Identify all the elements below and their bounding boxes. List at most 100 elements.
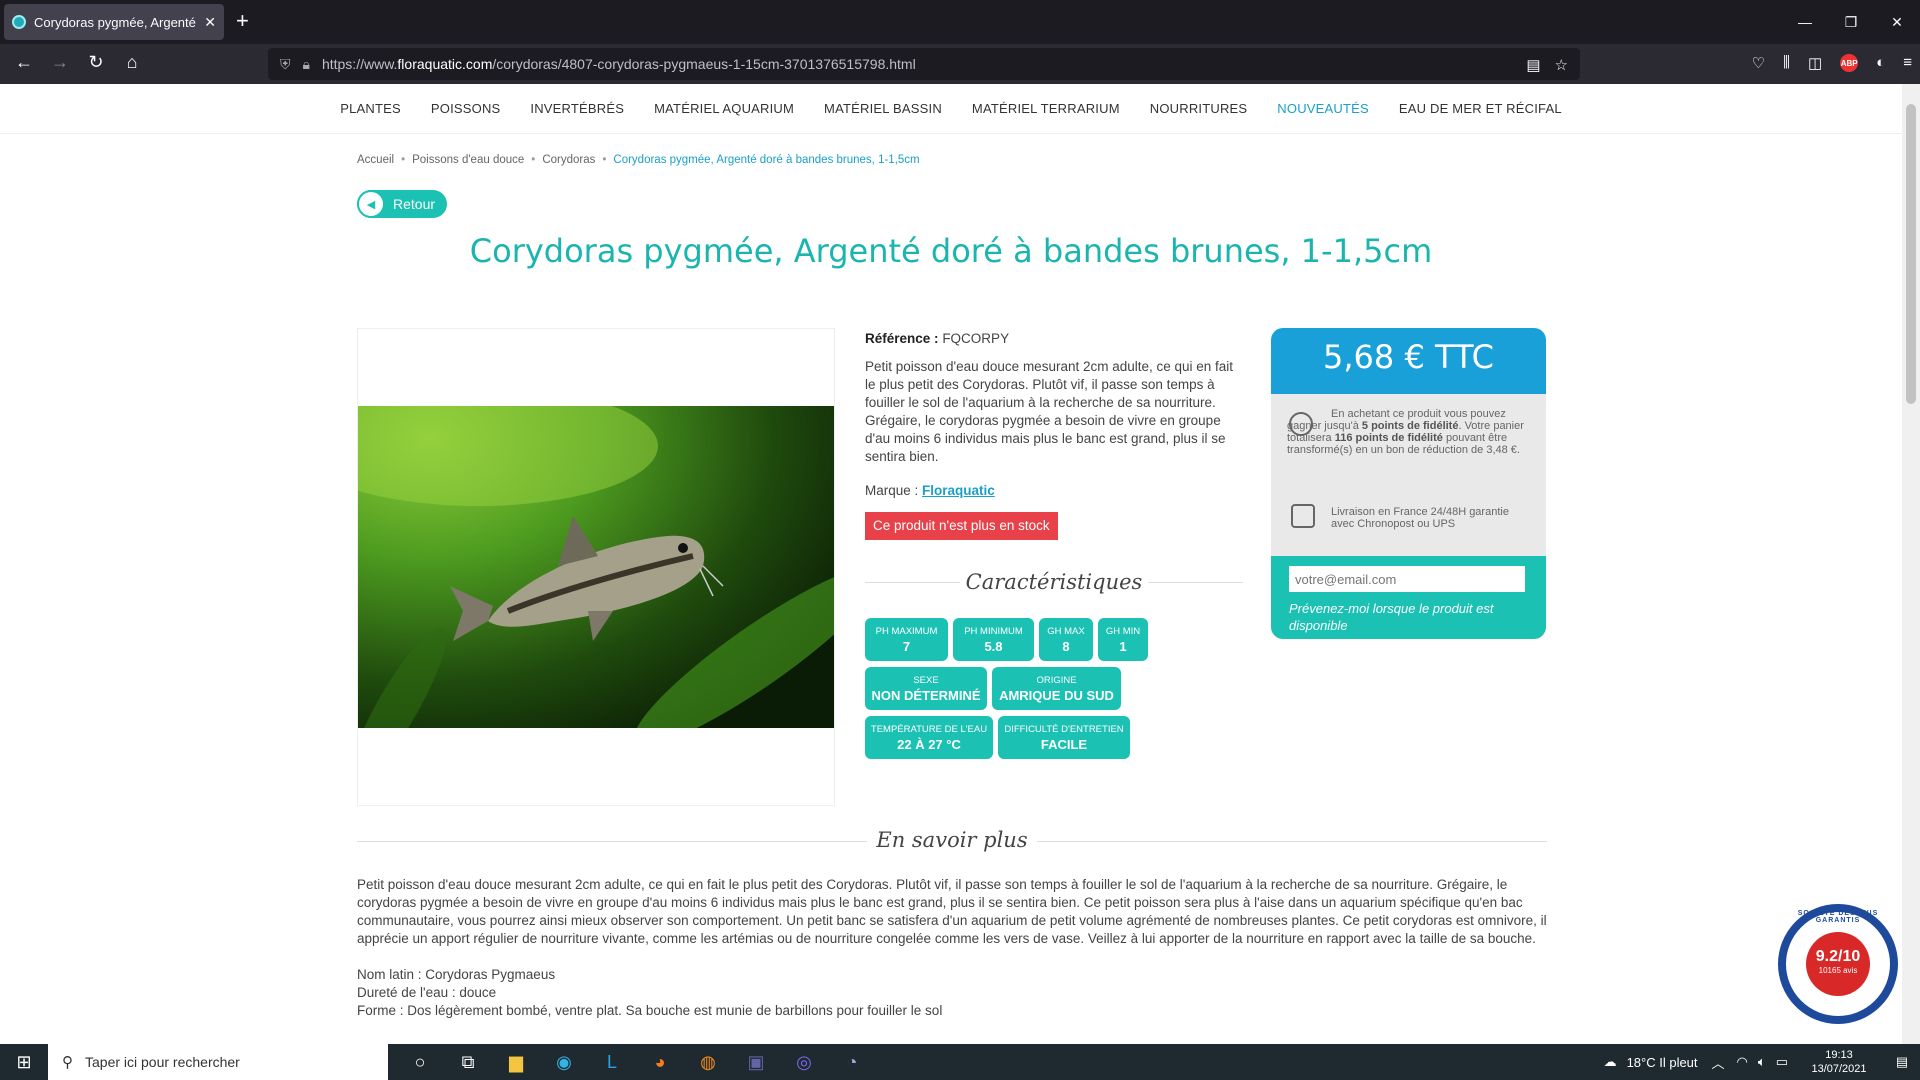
menu-item-invertebres[interactable]: INVERTÉBRÉS bbox=[515, 101, 639, 116]
weather-icon[interactable]: ☁ bbox=[1604, 1054, 1617, 1070]
chip-difficulte: DIFFICULTÉ D'ENTRETIEN FACILE bbox=[998, 716, 1130, 759]
delivery-box-icon bbox=[1291, 504, 1315, 528]
browser-toolbar-icons: ♡ ⫼ ◫ ABP ◐ ≡ bbox=[1752, 54, 1912, 72]
system-tray: ☁ 18°C Il pleut ︿ ◠ 🔈︎ ▭ 19:13 13/07/2021… bbox=[1604, 1044, 1920, 1080]
bookmark-star-icon[interactable]: ☆ bbox=[1555, 56, 1568, 74]
notify-button[interactable]: Prévenez-moi lorsque le produit est disp… bbox=[1289, 600, 1528, 634]
account-icon[interactable]: ◐ bbox=[1876, 54, 1885, 72]
taskbar-search-placeholder: Taper ici pour rechercher bbox=[85, 1054, 240, 1070]
adblock-icon[interactable]: ABP bbox=[1840, 54, 1859, 72]
back-button[interactable]: ◀ Retour bbox=[357, 190, 447, 218]
window-controls: — ❐ ✕ bbox=[1782, 0, 1920, 44]
weather-text[interactable]: 18°C Il pleut bbox=[1627, 1055, 1698, 1070]
menu-item-materiel-bassin[interactable]: MATÉRIEL BASSIN bbox=[809, 101, 957, 116]
stock-alert-form: Prévenez-moi lorsque le produit est disp… bbox=[1271, 556, 1546, 639]
taskbar-search[interactable]: ⚲ Taper ici pour rechercher bbox=[48, 1044, 388, 1080]
product-price: 5,68 € TTC bbox=[1271, 328, 1546, 394]
tab-title: Corydoras pygmée, Argenté do bbox=[34, 14, 199, 30]
close-window-icon[interactable]: ✕ bbox=[1874, 0, 1920, 44]
product-image-box[interactable] bbox=[357, 328, 835, 806]
url-host: floraquatic.com bbox=[397, 56, 493, 72]
task-view-icon[interactable]: ⧉ bbox=[444, 1044, 492, 1080]
price-info: En achetant ce produit vous pouvez gagne… bbox=[1271, 394, 1546, 556]
steam-icon[interactable]: ◔ bbox=[828, 1044, 876, 1080]
reviews-badge[interactable]: SOCIÉTÉ DES AVIS GARANTIS 9.2/10 10165 a… bbox=[1778, 904, 1898, 1024]
menu-item-materiel-aquarium[interactable]: MATÉRIEL AQUARIUM bbox=[639, 101, 809, 116]
water-hardness: Dureté de l'eau : douce bbox=[357, 985, 497, 1000]
chip-sexe: SEXE NON DÉTERMINÉ bbox=[865, 667, 987, 710]
teams-icon[interactable]: ▣ bbox=[732, 1044, 780, 1080]
menu-item-nourritures[interactable]: NOURRITURES bbox=[1135, 101, 1263, 116]
breadcrumb-current: Corydoras pygmée, Argenté doré à bandes … bbox=[613, 154, 920, 166]
back-button-label: Retour bbox=[393, 196, 436, 212]
menu-item-plantes[interactable]: PLANTES bbox=[325, 101, 416, 116]
menu-item-eau-de-mer[interactable]: EAU DE MER ET RÉCIFAL bbox=[1384, 101, 1577, 116]
edge-icon[interactable]: ◉ bbox=[540, 1044, 588, 1080]
breadcrumb: Accueil • Poissons d'eau douce • Corydoras • C… bbox=[357, 154, 920, 166]
network-icon[interactable]: ◠ bbox=[1737, 1054, 1748, 1070]
breadcrumb-poissons[interactable]: Poissons d'eau douce bbox=[412, 154, 524, 166]
fish-shape bbox=[450, 516, 724, 641]
browser-tab[interactable]: Corydoras pygmée, Argenté do ✕ bbox=[4, 4, 224, 40]
taskbar-apps: ○ ⧉ ▆ ◉ L ◕ ◍ ▣ ◎ ◔ bbox=[396, 1044, 876, 1080]
menu-item-nouveautes[interactable]: NOUVEAUTÉS bbox=[1262, 101, 1384, 116]
latin-name: Nom latin : Corydoras Pygmaeus bbox=[357, 967, 556, 982]
close-tab-icon[interactable]: ✕ bbox=[204, 14, 216, 31]
page-scrollbar[interactable] bbox=[1902, 84, 1920, 1044]
brand-label: Marque : bbox=[865, 483, 919, 498]
out-of-stock-badge: Ce produit n'est plus en stock bbox=[865, 512, 1058, 540]
forward-arrow-icon[interactable]: → bbox=[42, 52, 78, 73]
site-favicon-icon bbox=[12, 15, 26, 29]
sidebar-icon[interactable]: ◫ bbox=[1808, 54, 1822, 72]
shield-icon[interactable]: ⛨ bbox=[280, 56, 291, 73]
url-prefix: https://www. bbox=[321, 56, 398, 72]
messenger-icon[interactable]: ◎ bbox=[780, 1044, 828, 1080]
email-field[interactable] bbox=[1289, 566, 1525, 592]
product-description: Référence : FQCORPY Petit poisson d'eau … bbox=[865, 330, 1245, 540]
home-icon[interactable]: ⌂ bbox=[114, 52, 150, 73]
more-info-heading: En savoir plus bbox=[357, 828, 1547, 854]
clock[interactable]: 19:13 13/07/2021 bbox=[1794, 1048, 1884, 1076]
minimize-icon[interactable]: — bbox=[1782, 0, 1828, 44]
library-icon[interactable]: ⫼ bbox=[1783, 54, 1790, 72]
reload-icon[interactable]: ↻ bbox=[78, 52, 114, 73]
fish-shape-text: Forme : Dos légèrement bombé, ventre pla… bbox=[357, 1003, 943, 1018]
firefox-icon[interactable]: ◕ bbox=[636, 1044, 684, 1080]
file-explorer-icon[interactable]: ▆ bbox=[492, 1044, 540, 1080]
brand-link[interactable]: Floraquatic bbox=[922, 483, 995, 498]
breadcrumb-accueil[interactable]: Accueil bbox=[357, 154, 394, 166]
app-l-icon[interactable]: L bbox=[588, 1044, 636, 1080]
tray-chevron-icon[interactable]: ︿ bbox=[1712, 1053, 1725, 1072]
restore-icon[interactable]: ❐ bbox=[1828, 0, 1874, 44]
breadcrumb-corydoras[interactable]: Corydoras bbox=[542, 154, 595, 166]
chip-origine: ORIGINE AMRIQUE DU SUD bbox=[992, 667, 1121, 710]
url-bar[interactable]: ⛨ 🔒︎ https://www. floraquatic.com/corydor… bbox=[268, 48, 1580, 80]
price-box: 5,68 € TTC En achetant ce produit vous p… bbox=[1271, 328, 1546, 639]
main-menu: PLANTES POISSONS INVERTÉBRÉS MATÉRIEL AQ… bbox=[0, 84, 1902, 134]
new-tab-icon[interactable]: + bbox=[236, 10, 249, 32]
windows-start-icon[interactable]: ⊞ bbox=[0, 1044, 48, 1080]
characteristics-heading: Caractéristiques bbox=[865, 570, 1243, 594]
scrollbar-thumb[interactable] bbox=[1906, 104, 1916, 404]
reference-label: Référence : bbox=[865, 331, 939, 346]
chevron-left-icon: ◀ bbox=[357, 190, 385, 218]
battery-icon[interactable]: ▭ bbox=[1776, 1054, 1788, 1070]
pocket-icon[interactable]: ♡ bbox=[1752, 54, 1765, 72]
product-photo bbox=[358, 406, 834, 728]
lock-icon[interactable]: 🔒︎ bbox=[303, 56, 310, 73]
reader-view-icon[interactable]: ▤ bbox=[1526, 56, 1540, 74]
delivery-text: Livraison en France 24/48H garantie avec… bbox=[1331, 506, 1509, 530]
fish-illustration bbox=[358, 406, 834, 728]
windows-taskbar: ⊞ ⚲ Taper ici pour rechercher ○ ⧉ ▆ ◉ L … bbox=[0, 1044, 1920, 1080]
notifications-icon[interactable]: ▤ bbox=[1884, 1054, 1920, 1070]
menu-icon[interactable]: ≡ bbox=[1903, 54, 1912, 72]
menu-item-materiel-terrarium[interactable]: MATÉRIEL TERRARIUM bbox=[957, 101, 1135, 116]
reviews-score: 9.2/10 10165 avis bbox=[1806, 932, 1870, 996]
back-arrow-icon[interactable]: ← bbox=[6, 52, 42, 73]
chip-gh-max: GH MAX 8 bbox=[1039, 618, 1093, 661]
cortana-icon[interactable]: ○ bbox=[396, 1044, 444, 1080]
app-orange-icon[interactable]: ◍ bbox=[684, 1044, 732, 1080]
volume-icon[interactable]: 🔈︎ bbox=[1758, 1054, 1766, 1070]
reference-value: FQCORPY bbox=[942, 331, 1010, 346]
menu-item-poissons[interactable]: POISSONS bbox=[416, 101, 516, 116]
